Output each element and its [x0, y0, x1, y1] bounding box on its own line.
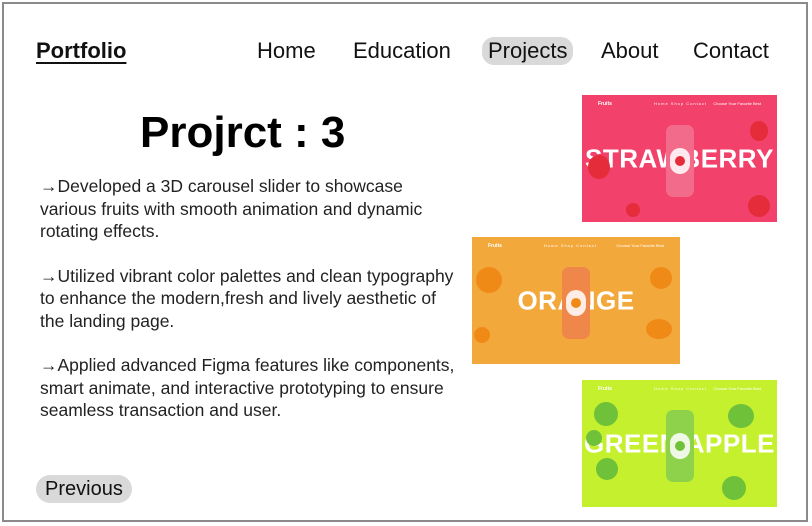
nav-about[interactable]: About — [595, 37, 665, 65]
apple-icon — [596, 458, 618, 480]
mini-cta: Choose Your Favorite Best — [616, 243, 664, 248]
strawberry-icon — [626, 203, 640, 217]
nav-contact[interactable]: Contact — [687, 37, 775, 65]
description-paragraph: →Utilized vibrant color palettes and cle… — [40, 265, 454, 331]
apple-icon — [586, 430, 602, 446]
orange-icon — [476, 267, 502, 293]
juice-can — [665, 124, 694, 197]
strawberry-icon — [588, 155, 610, 179]
juice-can — [562, 266, 590, 339]
description-paragraph: →Applied advanced Figma features like co… — [40, 355, 455, 420]
mini-nav: Home Shop Contact — [654, 386, 708, 391]
mini-cta: Choose Your Favorite Best — [713, 386, 761, 391]
orange-icon — [474, 327, 490, 343]
strawberry-icon — [748, 195, 770, 217]
mini-nav: Home Shop Contact — [654, 101, 708, 106]
project-screenshot-strawberry: Fruits Home Shop Contact Choose Your Fav… — [582, 95, 777, 222]
juice-can — [665, 409, 694, 482]
project-screenshot-green-apple: Fruits Home Shop Contact Choose Your Fav… — [582, 380, 777, 507]
apple-icon — [594, 402, 618, 426]
previous-button[interactable]: Previous — [36, 475, 132, 503]
orange-icon — [646, 319, 672, 339]
project-screenshot-orange: Fruits Home Shop Contact Choose Your Fav… — [472, 237, 680, 364]
mini-nav: Home Shop Contact — [544, 243, 598, 248]
apple-icon — [728, 404, 754, 428]
strawberry-icon — [750, 121, 768, 141]
project-description: →Developed a 3D carousel slider to showc… — [40, 175, 460, 444]
nav-home[interactable]: Home — [251, 37, 322, 65]
orange-icon — [650, 267, 672, 289]
apple-icon — [722, 476, 746, 500]
site-logo[interactable]: Portfolio — [36, 38, 126, 64]
project-title: Projrct : 3 — [140, 108, 346, 157]
mini-logo: Fruits — [488, 243, 502, 249]
description-paragraph: →Developed a 3D carousel slider to showc… — [40, 176, 423, 241]
nav-education[interactable]: Education — [347, 37, 457, 65]
mini-logo: Fruits — [598, 386, 612, 392]
nav-projects[interactable]: Projects — [482, 37, 574, 65]
mini-logo: Fruits — [598, 101, 612, 107]
mini-cta: Choose Your Favorite Best — [713, 101, 761, 106]
